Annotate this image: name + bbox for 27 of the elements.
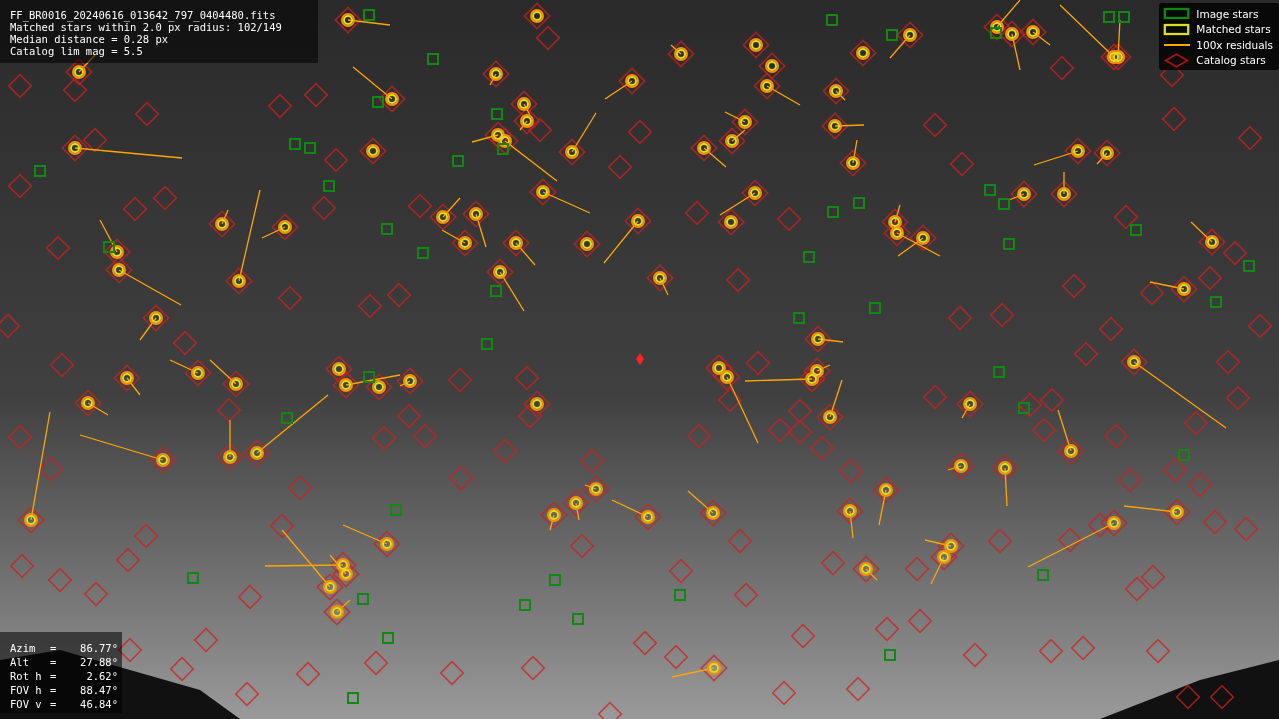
info-text: Catalog lim mag = 5.5 xyxy=(10,45,144,57)
pointing-value: 2.62° xyxy=(85,669,118,683)
legend-label: 100x residuals xyxy=(1196,38,1273,51)
pointing-value: 46.84° xyxy=(79,697,118,711)
pointing-label: Rot h xyxy=(10,669,43,683)
info-text: Median distance = 0.28 px xyxy=(10,33,170,45)
pointing-label: Azim xyxy=(10,641,37,655)
equals-sign: = xyxy=(50,683,58,697)
equals-sign: = xyxy=(50,655,58,669)
pointing-label: FOV v xyxy=(10,697,43,711)
pointing-value: 86.77° xyxy=(79,641,118,655)
square-icon xyxy=(1163,6,1191,22)
pointing-value: 27.88° xyxy=(79,655,118,669)
pointing-label: Alt xyxy=(10,655,30,669)
equals-sign: = xyxy=(50,641,58,655)
legend-label: Image stars xyxy=(1196,7,1259,20)
legend-label: Matched stars xyxy=(1196,23,1271,36)
square-icon xyxy=(1163,21,1191,37)
pointing-value: 88.47° xyxy=(79,683,118,697)
legend-label: Catalog stars xyxy=(1196,54,1266,67)
equals-sign: = xyxy=(50,697,58,711)
info-text: FF_BR0016_20240616_013642_797_0404480.fits xyxy=(10,9,277,21)
pointing-label: FOV h xyxy=(10,683,43,697)
equals-sign: = xyxy=(50,669,58,683)
line-icon xyxy=(1163,43,1190,46)
diamond-icon xyxy=(1163,52,1191,68)
info-text: Matched stars within 2.0 px radius: 102/149 xyxy=(10,21,283,33)
